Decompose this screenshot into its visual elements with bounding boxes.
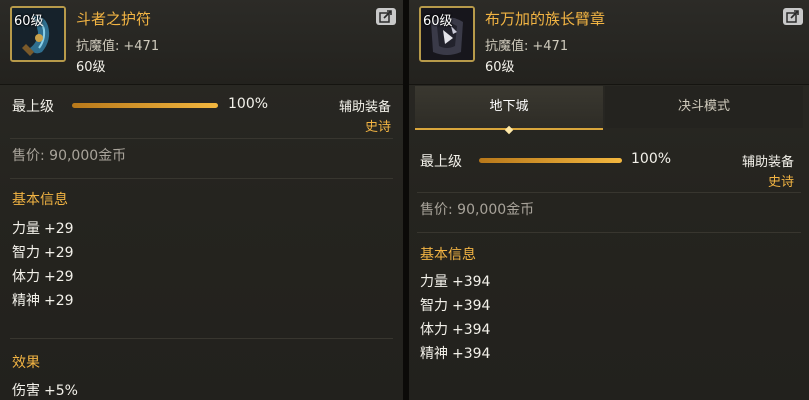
stat-name: 精神 (420, 346, 448, 362)
share-icon (379, 10, 392, 23)
tab-label: 决斗模式 (677, 99, 730, 114)
active-tab-indicator (504, 125, 514, 135)
item-level: 60级 (76, 60, 106, 75)
stat-spirit: 精神 +394 (420, 343, 490, 363)
effect-damage: 伤害 +5% (12, 380, 78, 400)
divider (417, 232, 801, 233)
section-title-basic: 基本信息 (420, 247, 476, 263)
stat-value: +29 (44, 221, 74, 237)
stat-strength: 力量 +394 (420, 271, 490, 291)
tab-dungeon[interactable]: 地下城 (415, 86, 603, 135)
grade-percent: 100% (228, 96, 269, 112)
stat-value: +394 (452, 298, 491, 314)
amulet-icon: 60级 (10, 6, 66, 62)
stat-label: 抗魔值: (76, 39, 120, 54)
effect-name: 伤害 (12, 383, 40, 399)
magic-resist-stat: 抗魔值: +471 (76, 35, 159, 54)
stat-value: +471 (123, 39, 160, 54)
grade-bar (479, 158, 622, 163)
item-level: 60级 (485, 60, 515, 75)
share-icon (786, 10, 799, 23)
stat-name: 力量 (12, 221, 40, 237)
level-badge: 60级 (423, 14, 453, 29)
stat-strength: 力量 +29 (12, 218, 74, 238)
equip-type: 辅助装备 (741, 155, 794, 170)
stat-intelligence: 智力 +394 (420, 295, 490, 315)
effect-value: +5% (44, 383, 78, 399)
rarity-label: 史诗 (364, 120, 391, 135)
grade-label: 最上级 (420, 154, 462, 170)
stat-vitality: 体力 +394 (420, 319, 490, 339)
rarity-label: 史诗 (767, 175, 794, 190)
stat-value: +29 (44, 269, 74, 285)
mode-tabs: 地下城 决斗模式 (409, 86, 809, 135)
grade-bar (72, 103, 218, 108)
item-name: 斗者之护符 (76, 10, 152, 28)
divider (10, 338, 393, 339)
divider (417, 192, 801, 193)
item-tooltip-left: 60级 斗者之护符 抗魔值: +471 60级 最上级 100% 辅助装备 史诗 … (0, 0, 403, 400)
tab-label: 地下城 (489, 99, 529, 114)
item-header: 60级 布万加的族长臂章 抗魔值: +471 60级 (409, 0, 809, 85)
item-tooltip-right: 60级 布万加的族长臂章 抗魔值: +471 60级 地下城 决斗模式 最上级 1… (409, 0, 809, 400)
section-title-basic: 基本信息 (12, 192, 68, 208)
armband-icon: 60级 (419, 6, 475, 62)
magic-resist-stat: 抗魔值: +471 (485, 35, 568, 54)
stat-name: 智力 (420, 298, 448, 314)
stat-spirit: 精神 +29 (12, 290, 74, 310)
stat-value: +29 (44, 293, 74, 309)
stat-name: 精神 (12, 293, 40, 309)
level-badge: 60级 (14, 14, 44, 29)
sell-price: 售价: 90,000金币 (420, 202, 535, 218)
stat-value: +29 (44, 245, 74, 261)
stat-value: +394 (452, 322, 491, 338)
item-header: 60级 斗者之护符 抗魔值: +471 60级 (0, 0, 403, 85)
stat-value: +394 (452, 274, 491, 290)
stat-label: 抗魔值: (485, 39, 529, 54)
share-button[interactable] (376, 8, 396, 25)
grade-label: 最上级 (12, 99, 54, 115)
share-button[interactable] (783, 8, 803, 25)
divider (10, 178, 393, 179)
sell-price: 售价: 90,000金币 (12, 148, 127, 164)
stat-vitality: 体力 +29 (12, 266, 74, 286)
tab-duel-mode[interactable]: 决斗模式 (605, 86, 803, 128)
stat-name: 智力 (12, 245, 40, 261)
divider (10, 138, 393, 139)
stat-name: 力量 (420, 274, 448, 290)
stat-value: +394 (452, 346, 491, 362)
stat-name: 体力 (420, 322, 448, 338)
stat-intelligence: 智力 +29 (12, 242, 74, 262)
grade-percent: 100% (631, 151, 672, 167)
stat-value: +471 (532, 39, 569, 54)
section-title-effect: 效果 (12, 355, 40, 371)
equip-type: 辅助装备 (338, 100, 391, 115)
item-name: 布万加的族长臂章 (485, 10, 606, 28)
stat-name: 体力 (12, 269, 40, 285)
